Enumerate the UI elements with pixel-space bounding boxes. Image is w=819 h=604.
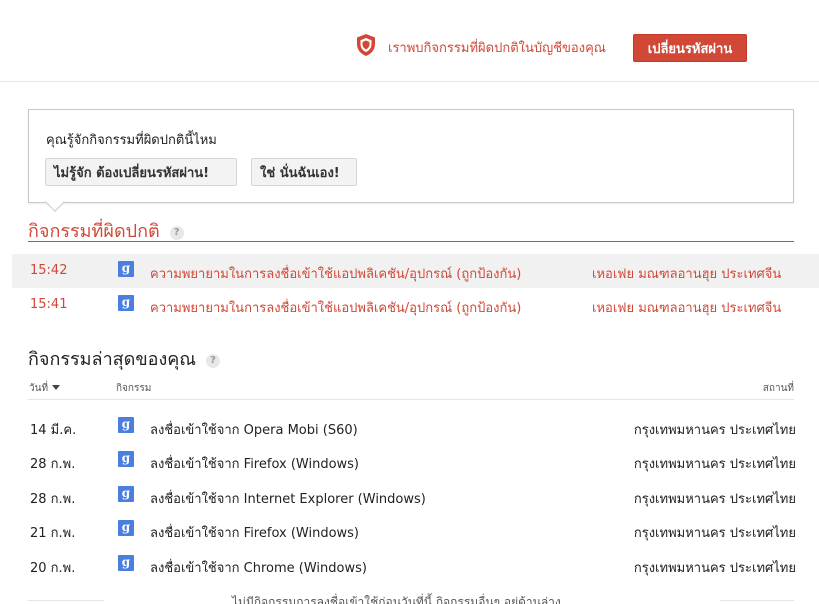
activity-location: เหอเฟย มณฑลอานฮุย ประเทศจีน	[592, 267, 782, 282]
table-row[interactable]: 21 ก.พ. g ลงชื่อเข้าใช้จาก Firefox (Wind…	[0, 513, 819, 547]
help-icon[interactable]: ?	[206, 354, 221, 368]
google-icon: g	[118, 520, 134, 536]
row-date: 28 ก.พ.	[30, 457, 76, 472]
recent-activity-heading: กิจกรรมล่าสุดของคุณ	[28, 349, 197, 370]
yes-it-was-me-button[interactable]: ใช่ นั่นฉันเอง!	[251, 158, 357, 186]
row-activity: ลงชื่อเข้าใช้จาก Chrome (Windows)	[150, 561, 367, 576]
suspicious-row[interactable]: 15:42 g ความพยายามในการลงชื่อเข้าใช้แอปพ…	[12, 254, 819, 288]
row-activity: ลงชื่อเข้าใช้จาก Firefox (Windows)	[150, 526, 359, 541]
activity-description: ความพยายามในการลงชื่อเข้าใช้แอปพลิเคชัน/…	[150, 267, 522, 282]
column-header-location: สถานที่	[762, 383, 794, 394]
table-row[interactable]: 14 มี.ค. g ลงชื่อเข้าใช้จาก Opera Mobi (…	[0, 410, 819, 444]
column-header-activity: กิจกรรม	[116, 383, 152, 394]
google-icon: g	[118, 486, 134, 502]
row-location: กรุงเทพมหานคร ประเทศไทย	[633, 457, 796, 472]
suspicious-row[interactable]: 15:41 g ความพยายามในการลงชื่อเข้าใช้แอปพ…	[12, 288, 819, 322]
recognize-activity-prompt: คุณรู้จักกิจกรรมที่ผิดปกตินี้ไหม ไม่รู้จ…	[28, 109, 794, 203]
recent-activity-title: กิจกรรมล่าสุดของคุณ?	[28, 344, 221, 373]
sort-down-icon	[52, 385, 61, 390]
google-icon: g	[118, 295, 134, 311]
column-header-date[interactable]: วันที่	[29, 381, 61, 396]
row-location: กรุงเทพมหานคร ประเทศไทย	[633, 492, 796, 507]
help-icon[interactable]: ?	[169, 226, 184, 240]
not-me-button[interactable]: ไม่รู้จัก ต้องเปลี่ยนรหัสผ่าน!	[45, 158, 237, 186]
divider	[720, 600, 794, 601]
table-row[interactable]: 28 ก.พ. g ลงชื่อเข้าใช้จาก Firefox (Wind…	[0, 444, 819, 478]
activity-time: 15:41	[30, 297, 68, 312]
google-icon: g	[118, 261, 134, 277]
suspicious-activity-heading: กิจกรรมที่ผิดปกติ	[28, 221, 160, 242]
row-date: 28 ก.พ.	[30, 492, 76, 507]
row-location: กรุงเทพมหานคร ประเทศไทย	[633, 561, 796, 576]
activity-description: ความพยายามในการลงชื่อเข้าใช้แอปพลิเคชัน/…	[150, 301, 522, 316]
row-date: 21 ก.พ.	[30, 526, 76, 541]
divider	[28, 241, 794, 242]
alert-message: เราพบกิจกรรมที่ผิดปกติในบัญชีของคุณ	[388, 41, 606, 56]
google-icon: g	[118, 555, 134, 571]
table-row[interactable]: 20 ก.พ. g ลงชื่อเข้าใช้จาก Chrome (Windo…	[0, 548, 819, 582]
row-location: กรุงเทพมหานคร ประเทศไทย	[633, 526, 796, 541]
row-date: 20 ก.พ.	[30, 561, 76, 576]
activity-location: เหอเฟย มณฑลอานฮุย ประเทศจีน	[592, 301, 782, 316]
divider	[28, 399, 794, 400]
row-activity: ลงชื่อเข้าใช้จาก Opera Mobi (S60)	[150, 423, 358, 438]
table-row[interactable]: 28 ก.พ. g ลงชื่อเข้าใช้จาก Internet Expl…	[0, 479, 819, 513]
row-activity: ลงชื่อเข้าใช้จาก Internet Explorer (Wind…	[150, 492, 426, 507]
row-date: 14 มี.ค.	[30, 423, 77, 438]
google-icon: g	[118, 451, 134, 467]
column-header-date-label: วันที่	[29, 383, 49, 394]
alert-bar: เราพบกิจกรรมที่ผิดปกติในบัญชีของคุณ เปลี…	[0, 0, 819, 82]
shield-alert-icon	[357, 34, 375, 56]
divider	[28, 600, 104, 601]
row-location: กรุงเทพมหานคร ประเทศไทย	[633, 423, 796, 438]
google-icon: g	[118, 417, 134, 433]
change-password-button[interactable]: เปลี่ยนรหัสผ่าน	[633, 34, 747, 62]
activity-time: 15:42	[30, 263, 68, 278]
end-of-list-note: ไม่มีกิจกรรมการลงชื่อเข้าใช้ก่อนวันที่นี…	[232, 595, 561, 604]
prompt-question: คุณรู้จักกิจกรรมที่ผิดปกตินี้ไหม	[46, 133, 217, 148]
row-activity: ลงชื่อเข้าใช้จาก Firefox (Windows)	[150, 457, 359, 472]
